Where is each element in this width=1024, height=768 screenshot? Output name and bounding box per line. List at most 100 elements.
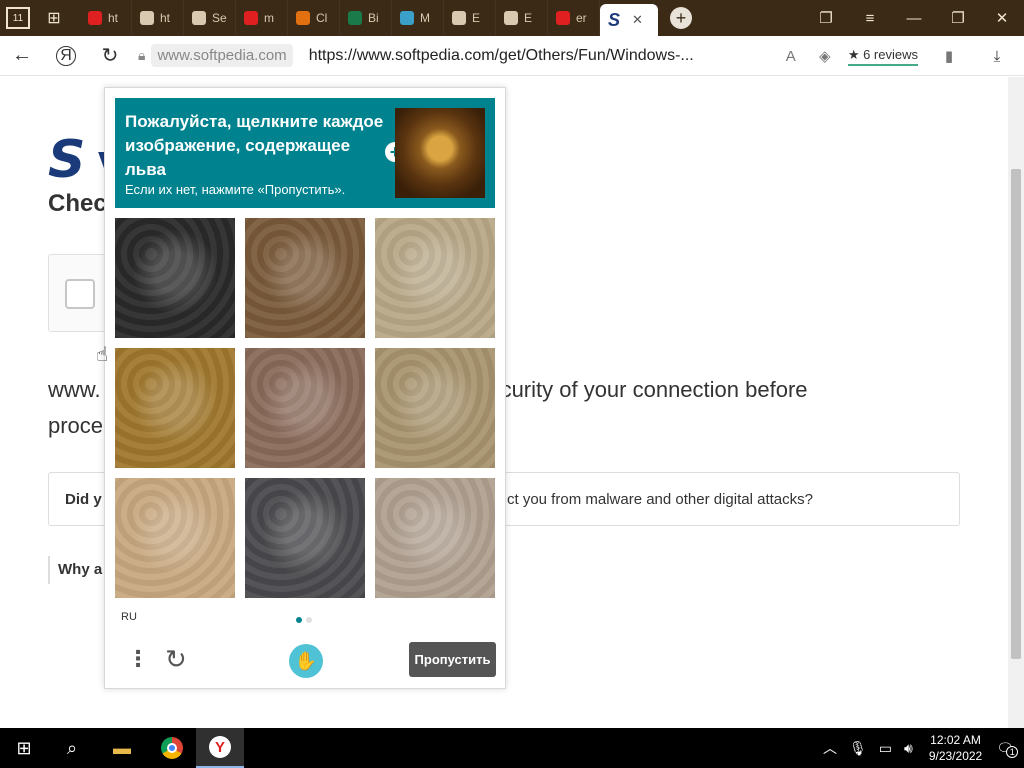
captcha-image-content — [115, 478, 235, 598]
captcha-instructions: Если их нет, нажмите «Пропустить». — [125, 182, 346, 197]
captcha-image-lion[interactable] — [375, 218, 495, 338]
captcha-image-content — [375, 348, 495, 468]
back-arrow-icon[interactable]: ← — [0, 36, 44, 76]
browser-tab[interactable]: m — [236, 0, 288, 36]
security-message-left: www. — [48, 377, 101, 402]
new-tab-button[interactable]: + — [670, 7, 692, 29]
browser-tab[interactable]: E — [496, 0, 548, 36]
tab-label: ht — [108, 11, 119, 25]
browser-tab[interactable]: E — [444, 0, 496, 36]
url-input[interactable]: https://www.softpedia.com/get/Others/Fun… — [309, 47, 719, 65]
tab-softpedia-active[interactable]: S ✕ — [600, 4, 658, 36]
tab-label: er — [576, 11, 587, 25]
yandex-icon — [88, 11, 102, 25]
browser-tab[interactable]: Cl — [288, 0, 340, 36]
minimize-icon[interactable]: — — [892, 0, 936, 36]
softpedia-favicon-icon: S — [608, 9, 621, 30]
captcha-image-content — [115, 218, 235, 338]
captcha-image-black-dog[interactable] — [245, 478, 365, 598]
page-indicator — [296, 617, 312, 623]
page-dot-2 — [306, 617, 312, 623]
volume-icon[interactable]: 🔊︎ — [904, 740, 913, 757]
gear-icon — [192, 11, 206, 25]
more-options-icon[interactable]: ⋮ — [127, 648, 149, 670]
reload-icon[interactable]: ↻ — [88, 36, 132, 76]
captcha-image-content — [115, 348, 235, 468]
why-link[interactable]: Why a — [48, 556, 102, 584]
chart-icon — [348, 11, 362, 25]
captcha-image-content — [375, 478, 495, 598]
tab-label: M — [420, 11, 430, 25]
security-message-right: curity of your connection before — [500, 377, 808, 402]
windows-start-icon[interactable]: ⊞ — [0, 728, 48, 768]
show-hidden-icons-icon[interactable]: ︿ — [823, 738, 837, 758]
browser-tab[interactable]: ht — [132, 0, 184, 36]
notifications-icon[interactable]: 🗨︎ 1 — [996, 740, 1019, 758]
scrollbar[interactable] — [1008, 77, 1024, 728]
captcha-image-content — [245, 348, 365, 468]
domain-label[interactable]: www.softpedia.com — [151, 44, 293, 67]
address-bar: ← Я ↻ 🔒︎ www.softpedia.com https://www.s… — [0, 36, 1024, 76]
captcha-image-lion[interactable] — [115, 348, 235, 468]
captcha-image-black-dog[interactable] — [115, 218, 235, 338]
close-window-icon[interactable]: ✕ — [980, 0, 1024, 36]
skip-button[interactable]: Пропустить — [409, 642, 496, 677]
browser-tab[interactable]: Se — [184, 0, 236, 36]
captcha-challenge: Пожалуйста, щелкните каждое изображение,… — [104, 87, 506, 689]
info-box-title: Did y — [65, 490, 102, 508]
m-logo-icon — [400, 11, 414, 25]
language-selector[interactable]: RU — [121, 611, 137, 623]
lock-icon[interactable]: 🔒︎ — [138, 47, 145, 64]
yandex-icon — [244, 11, 258, 25]
mouse-pointer-icon: ☝ — [96, 344, 109, 366]
download-box-icon — [296, 11, 310, 25]
yandex-icon — [556, 11, 570, 25]
scrollbar-thumb[interactable] — [1011, 169, 1021, 659]
download-icon[interactable]: ⤓ — [980, 48, 1014, 65]
browser-tab[interactable]: Bi — [340, 0, 392, 36]
captcha-image-lioness[interactable] — [375, 478, 495, 598]
tab-label: Bi — [368, 11, 379, 25]
search-icon[interactable]: ⌕ — [48, 728, 96, 768]
translate-icon[interactable]: A — [774, 48, 808, 65]
bookmark-icon[interactable]: ▮ — [932, 47, 966, 65]
network-icon[interactable]: ▭ — [879, 740, 892, 757]
hcaptcha-logo-icon[interactable]: ✋ — [289, 644, 323, 678]
menu-icon[interactable]: ≡ — [848, 0, 892, 36]
yandex-logo-icon[interactable]: Я — [44, 36, 88, 76]
clock-time: 12:02 AM — [930, 733, 981, 747]
captcha-image-grid — [115, 218, 495, 598]
captcha-image-lion[interactable] — [375, 348, 495, 468]
home-icon[interactable]: 11 — [0, 0, 36, 36]
collections-icon[interactable]: ❐ — [804, 0, 848, 36]
tab-label: ht — [160, 11, 171, 25]
captcha-image-content — [245, 218, 365, 338]
browser-tab[interactable]: er — [548, 0, 600, 36]
captcha-image-content — [245, 478, 365, 598]
browser-tab[interactable]: ht — [80, 0, 132, 36]
yandex-browser-taskbar-icon[interactable]: Y — [196, 728, 244, 768]
protect-icon[interactable]: ◈ — [808, 47, 842, 65]
captcha-image-content — [375, 218, 495, 338]
browser-tab-bar: 11 ⊞ ht ht Se m Cl Bi M E Eer S ✕ + ❐ ≡ — ❐ ✕ — [0, 0, 1024, 36]
chrome-icon[interactable] — [148, 728, 196, 768]
clock[interactable]: 12:02 AM 9/23/2022 — [929, 732, 982, 764]
tab-label: E — [524, 11, 533, 25]
new-tab-group-icon[interactable]: ⊞ — [36, 0, 72, 36]
tab-label: Se — [212, 11, 227, 25]
page-dot-1 — [296, 617, 302, 623]
microphone-icon[interactable]: 🎙︎ — [849, 740, 867, 757]
info-box-text: ct you from malware and other digital at… — [507, 490, 813, 508]
captcha-header: Пожалуйста, щелкните каждое изображение,… — [115, 98, 495, 208]
refresh-challenge-icon[interactable]: ↻ — [165, 644, 187, 675]
file-explorer-icon[interactable]: ▬ — [98, 728, 146, 768]
system-tray: ︿ 🎙︎ ▭ 🔊︎ 12:02 AM 9/23/2022 🗨︎ 1 — [817, 728, 1024, 768]
restore-icon[interactable]: ❐ — [936, 0, 980, 36]
close-tab-icon[interactable]: ✕ — [632, 12, 643, 28]
captcha-image-brown-horse[interactable] — [245, 218, 365, 338]
verify-checkbox[interactable] — [65, 279, 95, 309]
browser-tab[interactable]: M — [392, 0, 444, 36]
reviews-button[interactable]: ★ 6 reviews — [847, 47, 918, 66]
captcha-image-puppy[interactable] — [115, 478, 235, 598]
captcha-image-white-horse[interactable] — [245, 348, 365, 468]
